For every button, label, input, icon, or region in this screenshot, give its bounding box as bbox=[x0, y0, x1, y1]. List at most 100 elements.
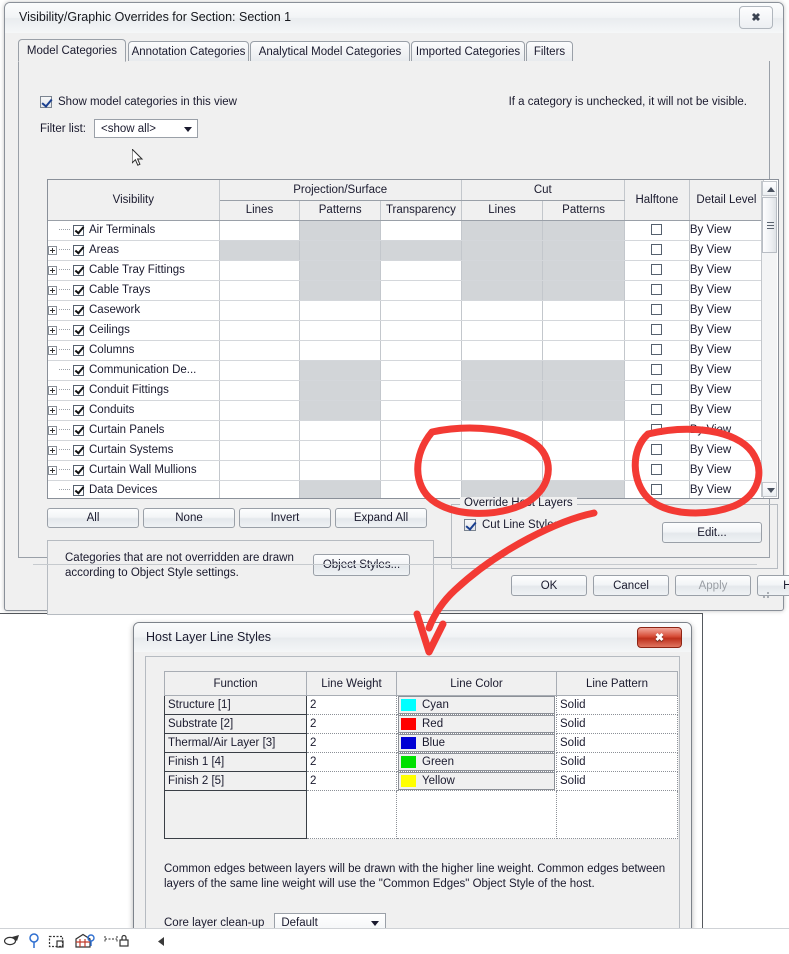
collapse-left-icon[interactable] bbox=[156, 935, 168, 948]
override-cell[interactable] bbox=[299, 340, 382, 361]
function-cell[interactable]: Structure [1] bbox=[164, 695, 307, 715]
halftone-checkbox[interactable] bbox=[651, 264, 663, 276]
expand-plus-icon[interactable] bbox=[48, 385, 57, 395]
line-pattern-cell[interactable]: Solid bbox=[556, 733, 678, 753]
category-visibility-checkbox[interactable] bbox=[73, 364, 84, 376]
override-cell[interactable] bbox=[461, 420, 544, 441]
category-visibility-checkbox[interactable] bbox=[73, 244, 84, 256]
crop-region-icon[interactable] bbox=[48, 934, 66, 949]
cut-line-styles-checkbox[interactable] bbox=[464, 519, 476, 531]
override-cell[interactable] bbox=[542, 340, 625, 361]
detail-level-cell[interactable]: By View bbox=[689, 340, 765, 361]
override-cell[interactable] bbox=[542, 300, 625, 321]
category-name-cell[interactable]: Curtain Wall Mullions bbox=[48, 460, 220, 481]
show-model-categories-checkbox[interactable] bbox=[40, 96, 52, 108]
halftone-cell[interactable] bbox=[624, 220, 690, 241]
override-cell[interactable] bbox=[461, 300, 544, 321]
override-cell[interactable] bbox=[380, 400, 462, 421]
tab-imported-categories[interactable]: Imported Categories bbox=[411, 41, 525, 62]
category-name-cell[interactable]: Cable Tray Fittings bbox=[48, 260, 220, 281]
halftone-cell[interactable] bbox=[624, 460, 690, 481]
table-row[interactable]: Conduits By View bbox=[48, 400, 765, 421]
override-cell[interactable] bbox=[380, 260, 462, 281]
halftone-checkbox[interactable] bbox=[651, 444, 663, 456]
expand-plus-icon[interactable] bbox=[48, 465, 57, 475]
function-cell[interactable]: Finish 1 [4] bbox=[164, 752, 307, 772]
halftone-cell[interactable] bbox=[624, 280, 690, 301]
override-cell[interactable] bbox=[219, 420, 301, 441]
edit-button[interactable]: Edit... bbox=[662, 522, 762, 543]
category-name-cell[interactable]: Columns bbox=[48, 340, 220, 361]
category-name-cell[interactable]: Conduit Fittings bbox=[48, 380, 220, 401]
detail-level-cell[interactable]: By View bbox=[689, 220, 765, 241]
close-icon[interactable]: ✖ bbox=[637, 627, 682, 648]
detail-level-cell[interactable]: By View bbox=[689, 420, 765, 441]
categories-grid[interactable]: Visibility Projection/Surface Cut Halfto… bbox=[47, 179, 779, 499]
table-row[interactable]: Casework By View bbox=[48, 300, 765, 321]
table-row[interactable]: Columns By View bbox=[48, 340, 765, 361]
override-cell[interactable] bbox=[380, 340, 462, 361]
category-name-cell[interactable]: Cable Trays bbox=[48, 280, 220, 301]
table-row[interactable]: Air Terminals By View bbox=[48, 220, 765, 241]
table-row[interactable]: Substrate [2] 2 Red Solid bbox=[164, 714, 678, 734]
override-cell[interactable] bbox=[219, 340, 301, 361]
override-cell[interactable] bbox=[219, 220, 301, 241]
override-cell[interactable] bbox=[299, 320, 382, 341]
category-name-cell[interactable]: Air Terminals bbox=[48, 220, 220, 241]
tab-model-categories[interactable]: Model Categories bbox=[18, 39, 126, 62]
table-row[interactable]: Finish 2 [5] 2 Yellow Solid bbox=[164, 771, 678, 791]
table-row[interactable]: Data Devices By View bbox=[48, 480, 765, 498]
table-row[interactable]: Curtain Panels By View bbox=[48, 420, 765, 441]
none-button[interactable]: None bbox=[143, 508, 235, 528]
halftone-checkbox[interactable] bbox=[651, 244, 663, 256]
category-name-cell[interactable]: Curtain Panels bbox=[48, 420, 220, 441]
line-pattern-cell[interactable]: Solid bbox=[556, 695, 678, 715]
category-visibility-checkbox[interactable] bbox=[73, 424, 84, 436]
line-weight-cell[interactable]: 2 bbox=[306, 733, 397, 753]
halftone-checkbox[interactable] bbox=[651, 224, 663, 236]
category-visibility-checkbox[interactable] bbox=[73, 404, 84, 416]
table-row[interactable]: Cable Tray Fittings By View bbox=[48, 260, 765, 281]
detail-level-cell[interactable]: By View bbox=[689, 320, 765, 341]
override-cell[interactable] bbox=[219, 400, 301, 421]
expand-plus-icon[interactable] bbox=[48, 425, 57, 435]
expand-plus-icon[interactable] bbox=[48, 265, 57, 275]
pan-icon[interactable] bbox=[4, 934, 20, 948]
cut-line-styles-row[interactable]: Cut Line Styles bbox=[464, 519, 559, 531]
line-color-cell[interactable]: Green bbox=[396, 752, 557, 772]
table-row[interactable]: Curtain Systems By View bbox=[48, 440, 765, 461]
halftone-cell[interactable] bbox=[624, 400, 690, 421]
halftone-checkbox[interactable] bbox=[651, 304, 663, 316]
override-cell[interactable] bbox=[380, 480, 462, 498]
override-cell[interactable] bbox=[219, 480, 301, 498]
override-cell[interactable] bbox=[219, 300, 301, 321]
line-color-cell[interactable]: Cyan bbox=[396, 695, 557, 715]
detail-level-cell[interactable]: By View bbox=[689, 400, 765, 421]
invert-button[interactable]: Invert bbox=[239, 508, 331, 528]
category-visibility-checkbox[interactable] bbox=[73, 464, 84, 476]
detail-level-cell[interactable]: By View bbox=[689, 460, 765, 481]
halftone-checkbox[interactable] bbox=[651, 344, 663, 356]
table-row[interactable]: Ceilings By View bbox=[48, 320, 765, 341]
override-cell[interactable] bbox=[461, 440, 544, 461]
function-cell[interactable]: Finish 2 [5] bbox=[164, 771, 307, 791]
override-cell[interactable] bbox=[380, 420, 462, 441]
override-cell[interactable] bbox=[461, 460, 544, 481]
filter-list-select[interactable]: <show all> bbox=[94, 119, 198, 138]
category-visibility-checkbox[interactable] bbox=[73, 264, 84, 276]
category-visibility-checkbox[interactable] bbox=[73, 444, 84, 456]
object-styles-button[interactable]: Object Styles... bbox=[313, 554, 410, 576]
override-cell[interactable] bbox=[219, 440, 301, 461]
detail-level-cell[interactable]: By View bbox=[689, 240, 765, 261]
table-row[interactable]: Communication De... By View bbox=[48, 360, 765, 381]
window2-titlebar[interactable]: Host Layer Line Styles ✖ bbox=[134, 623, 691, 652]
override-cell[interactable] bbox=[219, 360, 301, 381]
all-button[interactable]: All bbox=[47, 508, 139, 528]
line-weight-cell[interactable]: 2 bbox=[306, 771, 397, 791]
override-cell[interactable] bbox=[219, 460, 301, 481]
category-name-cell[interactable]: Curtain Systems bbox=[48, 440, 220, 461]
override-cell[interactable] bbox=[380, 220, 462, 241]
halftone-cell[interactable] bbox=[624, 300, 690, 321]
cancel-button[interactable]: Cancel bbox=[593, 575, 669, 596]
category-name-cell[interactable]: Casework bbox=[48, 300, 220, 321]
